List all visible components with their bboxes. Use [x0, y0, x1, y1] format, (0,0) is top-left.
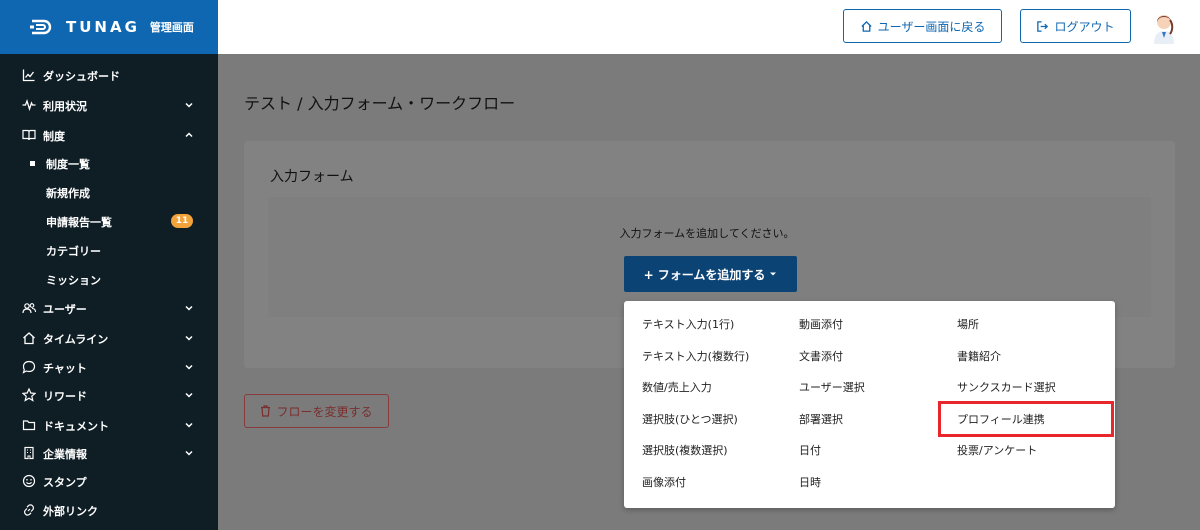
sidebar-item-label: カテゴリー — [46, 245, 101, 258]
logout-button[interactable]: ログアウト — [1020, 9, 1131, 43]
sidebar-item-label: チャット — [43, 362, 87, 375]
caret-down-icon — [769, 267, 777, 281]
sidebar-item-label: ドキュメント — [43, 420, 109, 433]
star-icon — [22, 388, 36, 402]
sidebar-item-reward[interactable]: リワード — [0, 382, 218, 408]
home-icon — [860, 20, 873, 33]
highlight-annotation — [938, 401, 1114, 437]
home-icon — [22, 331, 36, 345]
brand-name: TUNAG — [66, 18, 140, 36]
top-header: TUNAG 管理画面 ユーザー画面に戻る ログアウト — [0, 0, 1200, 54]
chat-icon — [22, 360, 36, 374]
sidebar-item-system-list[interactable]: 制度一覧 — [0, 150, 218, 176]
chevron-down-icon — [184, 100, 194, 110]
sidebar-item-documents[interactable]: ドキュメント — [0, 412, 218, 438]
smile-icon — [22, 474, 36, 488]
menu-item-vote-survey[interactable]: 投票/アンケート — [957, 444, 1037, 458]
tunag-logo-icon — [30, 18, 58, 36]
menu-item-thanks-card-select[interactable]: サンクスカード選択 — [957, 381, 1056, 395]
sidebar-item-label: ダッシュボード — [43, 70, 120, 83]
chevron-down-icon — [184, 390, 194, 400]
empty-message: 入力フォームを追加してください。 — [619, 227, 795, 240]
menu-item-location[interactable]: 場所 — [957, 318, 979, 332]
sidebar-item-system[interactable]: 制度 — [0, 122, 218, 148]
card-title: 入力フォーム — [270, 169, 354, 185]
link-icon — [22, 503, 36, 517]
chevron-down-icon — [184, 362, 194, 372]
change-flow-button[interactable]: フローを変更する — [244, 394, 389, 428]
sidebar-item-label: スタンプ — [43, 476, 87, 489]
add-form-button[interactable]: + フォームを追加する — [624, 256, 797, 292]
menu-item-document-attachment[interactable]: 文書添付 — [799, 350, 843, 364]
menu-item-choice-multiple[interactable]: 選択肢(複数選択) — [642, 444, 728, 458]
sidebar-item-label: 制度 — [43, 130, 65, 143]
chevron-up-icon — [184, 130, 194, 140]
chevron-down-icon — [184, 303, 194, 313]
sidebar-item-new[interactable]: 新規作成 — [0, 179, 218, 205]
chart-icon — [22, 68, 36, 82]
pulse-icon — [22, 98, 36, 112]
sidebar: ダッシュボード 利用状況 制度 制度一覧 新規作成 申請報告一覧 11 カテゴリ… — [0, 54, 218, 530]
sidebar-item-usage[interactable]: 利用状況 — [0, 92, 218, 118]
change-flow-label: フローを変更する — [276, 404, 373, 419]
menu-item-choice-single[interactable]: 選択肢(ひとつ選択) — [642, 413, 738, 427]
menu-item-date[interactable]: 日付 — [799, 444, 821, 458]
sidebar-item-chat[interactable]: チャット — [0, 354, 218, 380]
sidebar-item-label: 利用状況 — [43, 100, 87, 113]
sidebar-item-mission[interactable]: ミッション — [0, 266, 218, 292]
sidebar-item-label: 外部リンク — [43, 505, 98, 518]
sidebar-item-label: タイムライン — [43, 333, 109, 346]
menu-item-number-sales[interactable]: 数値/売上入力 — [642, 381, 712, 395]
sidebar-item-label: 企業情報 — [43, 448, 87, 461]
sidebar-item-label: 制度一覧 — [46, 158, 90, 171]
back-to-user-screen-button[interactable]: ユーザー画面に戻る — [843, 9, 1002, 43]
menu-item-text-single-line[interactable]: テキスト入力(1行) — [642, 318, 734, 332]
sidebar-item-label: ユーザー — [43, 303, 87, 316]
trash-icon — [260, 405, 271, 417]
sidebar-item-external-links[interactable]: 外部リンク — [0, 497, 218, 523]
folder-icon — [22, 418, 36, 432]
menu-item-text-multi-line[interactable]: テキスト入力(複数行) — [642, 350, 749, 364]
sidebar-item-dashboard[interactable]: ダッシュボード — [0, 62, 218, 88]
sidebar-item-timeline[interactable]: タイムライン — [0, 325, 218, 351]
menu-item-datetime[interactable]: 日時 — [799, 476, 821, 490]
sidebar-item-label: 新規作成 — [46, 187, 90, 200]
sidebar-item-company[interactable]: 企業情報 — [0, 440, 218, 466]
logout-icon — [1036, 20, 1049, 33]
menu-item-book-introduction[interactable]: 書籍紹介 — [957, 350, 1001, 364]
menu-item-video-attachment[interactable]: 動画添付 — [799, 318, 843, 332]
sidebar-item-stamp[interactable]: スタンプ — [0, 468, 218, 494]
active-bullet — [30, 161, 35, 166]
sidebar-item-label: ミッション — [46, 274, 101, 287]
sidebar-item-label: リワード — [43, 390, 87, 403]
chevron-down-icon — [184, 448, 194, 458]
menu-item-user-select[interactable]: ユーザー選択 — [799, 381, 865, 395]
chevron-down-icon — [184, 420, 194, 430]
building-icon — [22, 446, 36, 460]
page-title: テスト / 入力フォーム・ワークフロー — [244, 94, 516, 113]
back-to-user-screen-label: ユーザー画面に戻る — [877, 19, 986, 34]
users-icon — [22, 301, 36, 315]
brand-logo[interactable]: TUNAG 管理画面 — [0, 0, 218, 54]
menu-item-image-attachment[interactable]: 画像添付 — [642, 476, 686, 490]
chevron-down-icon — [184, 333, 194, 343]
add-form-label: + フォームを追加する — [643, 267, 766, 282]
user-avatar[interactable] — [1148, 10, 1180, 44]
logout-label: ログアウト — [1054, 19, 1115, 34]
brand-subtitle: 管理画面 — [149, 21, 194, 34]
book-icon — [22, 128, 36, 142]
menu-item-department-select[interactable]: 部署選択 — [799, 413, 843, 427]
sidebar-item-users[interactable]: ユーザー — [0, 295, 218, 321]
